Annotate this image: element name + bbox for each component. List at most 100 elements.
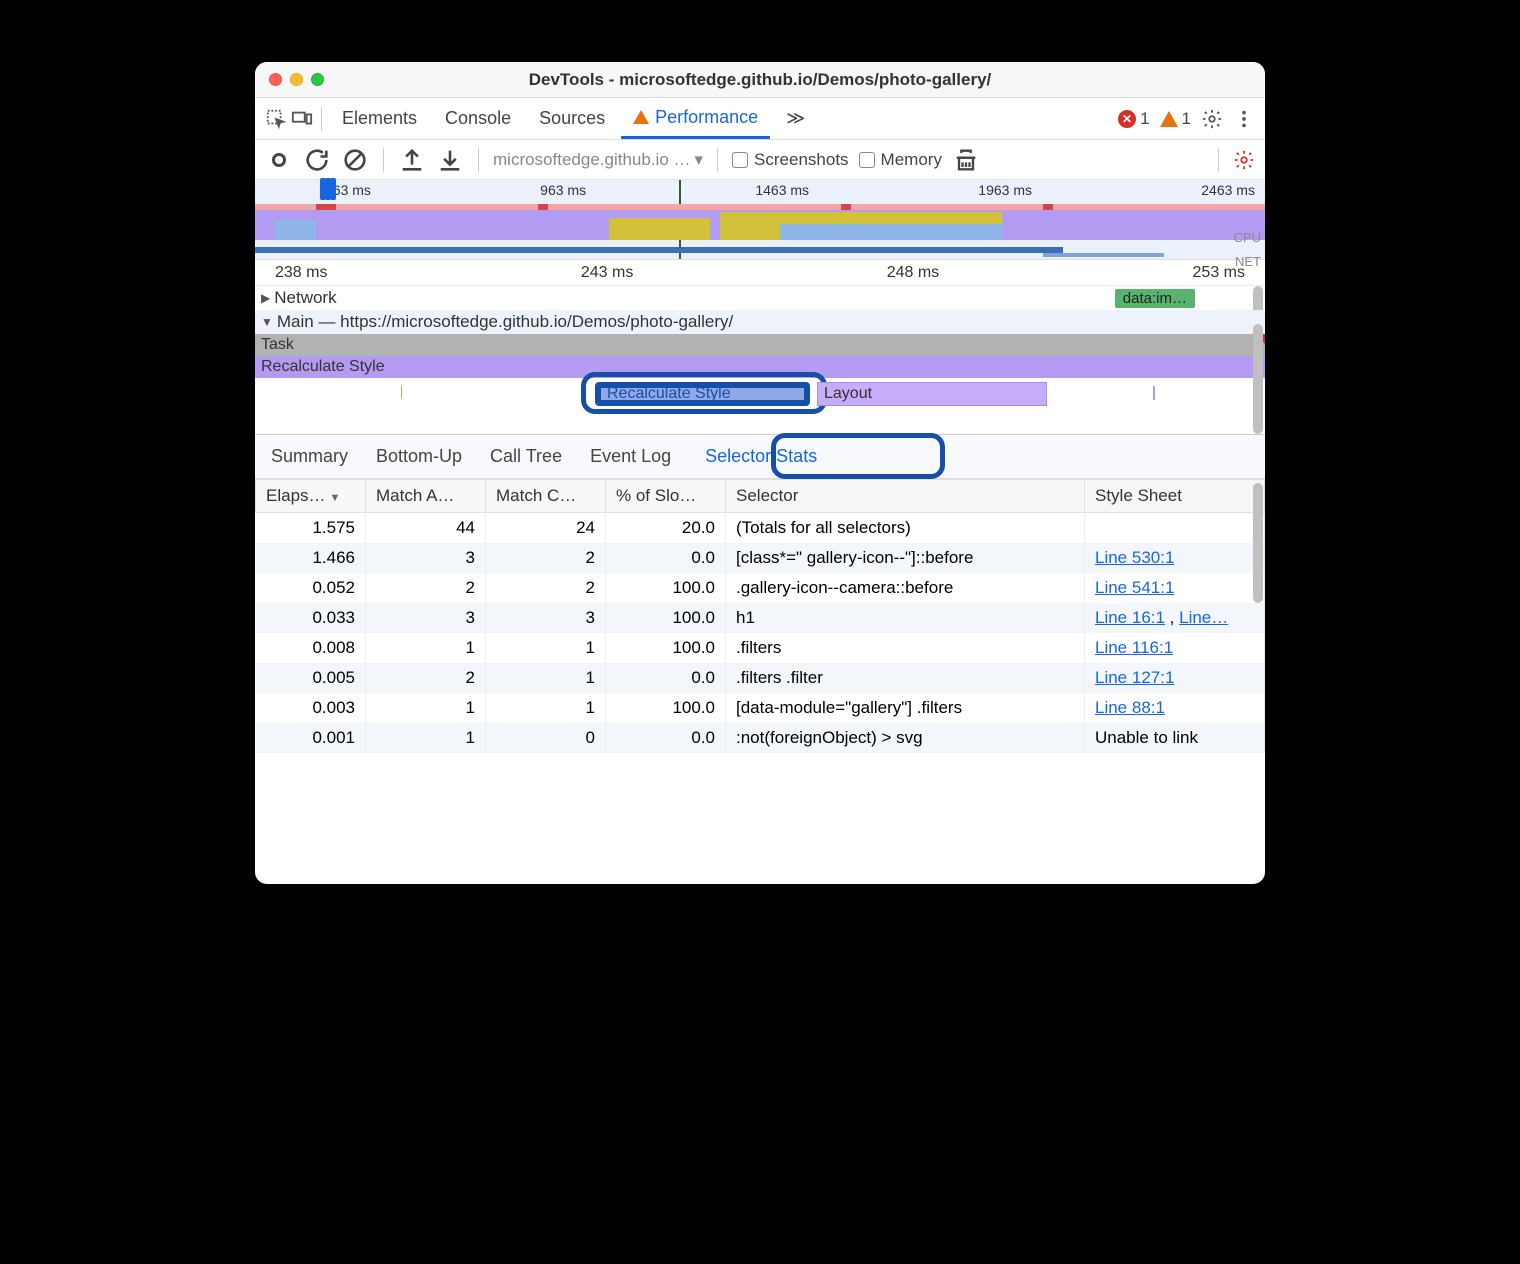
table-cell: 3 bbox=[366, 543, 486, 573]
performance-toolbar: microsoftedge.github.io … ▾ Screenshots … bbox=[255, 140, 1265, 180]
memory-toggle[interactable]: Memory bbox=[859, 150, 942, 170]
table-cell: 2 bbox=[486, 573, 606, 603]
table-cell: 0.0 bbox=[606, 663, 726, 693]
tab-selector-stats[interactable]: Selector Stats bbox=[697, 442, 825, 471]
tab-sources[interactable]: Sources bbox=[527, 98, 617, 139]
device-icon[interactable] bbox=[291, 108, 313, 130]
divider bbox=[478, 148, 479, 172]
garbage-collect-button[interactable] bbox=[952, 146, 980, 174]
net-strip bbox=[1043, 253, 1164, 257]
tick-label: 253 ms bbox=[1193, 264, 1245, 282]
table-cell: 1 bbox=[366, 693, 486, 723]
table-cell: 100.0 bbox=[606, 603, 726, 633]
stylesheet-link[interactable]: Line 16:1 bbox=[1095, 608, 1165, 627]
toggle-label: Memory bbox=[881, 150, 942, 170]
tick-label: 248 ms bbox=[887, 264, 939, 282]
activity-chart bbox=[255, 210, 1265, 240]
tab-performance[interactable]: Performance bbox=[621, 98, 770, 139]
tab-summary[interactable]: Summary bbox=[269, 442, 350, 471]
reload-record-button[interactable] bbox=[303, 146, 331, 174]
flame-sliver[interactable] bbox=[1153, 386, 1155, 400]
flame-task[interactable]: Task bbox=[255, 334, 1265, 356]
flame-layout[interactable]: Layout bbox=[817, 382, 1047, 406]
col-elapsed[interactable]: Elaps…▼ bbox=[256, 480, 366, 513]
flame-recalculate-style[interactable]: Recalculate Style bbox=[255, 356, 1265, 378]
stylesheet-link[interactable]: Line 530:1 bbox=[1095, 548, 1174, 567]
checkbox-icon bbox=[732, 152, 748, 168]
upload-button[interactable] bbox=[398, 146, 426, 174]
tab-more[interactable]: ≫ bbox=[774, 98, 817, 139]
tab-call-tree[interactable]: Call Tree bbox=[488, 442, 564, 471]
more-menu-icon[interactable] bbox=[1233, 108, 1255, 130]
col-slow[interactable]: % of Slo… bbox=[606, 480, 726, 513]
table-cell: 0.003 bbox=[256, 693, 366, 723]
stylesheet-link[interactable]: Line 116:1 bbox=[1095, 638, 1173, 657]
inspect-icon[interactable] bbox=[265, 108, 287, 130]
overview-timeline[interactable]: 463 ms 963 ms 1463 ms 1963 ms 2463 ms CP… bbox=[255, 180, 1265, 260]
tab-label: Performance bbox=[655, 107, 758, 128]
table-cell: 1 bbox=[366, 633, 486, 663]
timeline-ruler: 238 ms 243 ms 248 ms 253 ms bbox=[255, 260, 1265, 286]
clear-button[interactable] bbox=[341, 146, 369, 174]
tab-console[interactable]: Console bbox=[433, 98, 523, 139]
table-cell: 100.0 bbox=[606, 693, 726, 723]
stylesheet-link[interactable]: Line 88:1 bbox=[1095, 698, 1165, 717]
settings-icon[interactable] bbox=[1201, 108, 1223, 130]
devtools-tabs: Elements Console Sources Performance ≫ ✕… bbox=[255, 98, 1265, 140]
col-selector[interactable]: Selector bbox=[726, 480, 1085, 513]
flame-label: Layout bbox=[824, 385, 872, 403]
stylesheet-cell: Unable to link bbox=[1085, 723, 1265, 753]
table-cell: 0.033 bbox=[256, 603, 366, 633]
error-count[interactable]: ✕1 bbox=[1118, 109, 1149, 129]
network-track-header[interactable]: Network data:im… bbox=[255, 286, 1265, 310]
table-cell: 1.575 bbox=[256, 513, 366, 544]
network-entry[interactable]: data:im… bbox=[1115, 289, 1195, 308]
table-row[interactable]: 1.466320.0[class*=" gallery-icon--"]::be… bbox=[256, 543, 1265, 573]
scrollbar-thumb[interactable] bbox=[1253, 324, 1263, 434]
tab-event-log[interactable]: Event Log bbox=[588, 442, 673, 471]
table-cell: 0.001 bbox=[256, 723, 366, 753]
table-row[interactable]: 0.03333100.0h1Line 16:1 , Line… bbox=[256, 603, 1265, 633]
chevron-down-icon: ▾ bbox=[695, 150, 704, 170]
flamechart: 238 ms 243 ms 248 ms 253 ms Network data… bbox=[255, 260, 1265, 435]
table-row[interactable]: 0.001100.0:not(foreignObject) > svgUnabl… bbox=[256, 723, 1265, 753]
screenshots-toggle[interactable]: Screenshots bbox=[732, 150, 849, 170]
col-match-count[interactable]: Match C… bbox=[486, 480, 606, 513]
capture-settings-icon[interactable] bbox=[1233, 149, 1255, 171]
download-button[interactable] bbox=[436, 146, 464, 174]
scrollbar-thumb[interactable] bbox=[1253, 483, 1263, 603]
main-track-header[interactable]: Main — https://microsoftedge.github.io/D… bbox=[255, 310, 1265, 334]
table-cell: 2 bbox=[366, 663, 486, 693]
stylesheet-cell: Line 88:1 bbox=[1085, 693, 1265, 723]
col-stylesheet[interactable]: Style Sheet bbox=[1085, 480, 1265, 513]
col-match-attempts[interactable]: Match A… bbox=[366, 480, 486, 513]
table-row[interactable]: 0.005210.0.filters .filterLine 127:1 bbox=[256, 663, 1265, 693]
title-bar: DevTools - microsoftedge.github.io/Demos… bbox=[255, 62, 1265, 98]
table-cell: 0.008 bbox=[256, 633, 366, 663]
toggle-label: Screenshots bbox=[754, 150, 849, 170]
target-dropdown[interactable]: microsoftedge.github.io … ▾ bbox=[493, 150, 703, 170]
selector-stats-table: Elaps…▼ Match A… Match C… % of Slo… Sele… bbox=[255, 479, 1265, 884]
flame-sliver[interactable] bbox=[401, 386, 402, 398]
table-row[interactable]: 1.575442420.0(Totals for all selectors) bbox=[256, 513, 1265, 544]
tick-label: 243 ms bbox=[581, 264, 633, 282]
table-cell: :not(foreignObject) > svg bbox=[726, 723, 1085, 753]
table-row[interactable]: 0.00811100.0.filtersLine 116:1 bbox=[256, 633, 1265, 663]
error-icon: ✕ bbox=[1118, 110, 1136, 128]
flame-recalculate-style-selected[interactable]: Recalculate Style bbox=[595, 382, 810, 406]
stylesheet-link[interactable]: Line 541:1 bbox=[1095, 578, 1174, 597]
table-row[interactable]: 0.05222100.0.gallery-icon--camera::befor… bbox=[256, 573, 1265, 603]
table-cell: .filters .filter bbox=[726, 663, 1085, 693]
table-cell: (Totals for all selectors) bbox=[726, 513, 1085, 544]
table-row[interactable]: 0.00311100.0[data-module="gallery"] .fil… bbox=[256, 693, 1265, 723]
warning-count[interactable]: 1 bbox=[1160, 109, 1191, 129]
stylesheet-link[interactable]: Line… bbox=[1179, 608, 1228, 627]
tab-elements[interactable]: Elements bbox=[330, 98, 429, 139]
record-button[interactable] bbox=[265, 146, 293, 174]
checkbox-icon bbox=[859, 152, 875, 168]
table-cell: 100.0 bbox=[606, 633, 726, 663]
overview-ticks: 463 ms 963 ms 1463 ms 1963 ms 2463 ms bbox=[255, 182, 1265, 198]
tab-bottom-up[interactable]: Bottom-Up bbox=[374, 442, 464, 471]
selection-handle[interactable] bbox=[321, 178, 336, 200]
stylesheet-link[interactable]: Line 127:1 bbox=[1095, 668, 1174, 687]
